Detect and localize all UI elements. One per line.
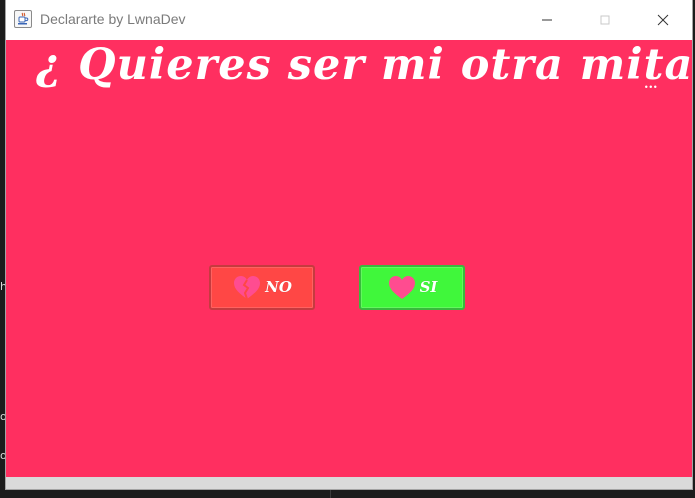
close-icon [657, 14, 669, 26]
yes-button[interactable]: SI [359, 265, 465, 310]
heart-icon [388, 275, 415, 299]
maximize-button[interactable] [576, 0, 634, 40]
close-button[interactable] [634, 0, 692, 40]
no-button[interactable]: NO [209, 265, 315, 310]
maximize-icon [600, 15, 610, 25]
no-button-label: NO [265, 278, 292, 296]
window-bottom-strip [6, 477, 692, 489]
java-coffee-icon [14, 10, 32, 28]
broken-heart-icon [234, 275, 261, 299]
window-titlebar[interactable]: Declararte by LwnaDev [6, 0, 692, 40]
declaration-panel: ¿ Quieres ser mi otra mitad ? ... NO SI [6, 40, 692, 477]
question-ellipsis: ... [644, 77, 658, 92]
desktop: h o o Declararte by LwnaDev ¿ Quieres se… [0, 0, 695, 498]
minimize-button[interactable] [518, 0, 576, 40]
yes-button-label: SI [419, 278, 438, 296]
minimize-icon [542, 19, 552, 21]
window-controls [518, 0, 692, 40]
app-window: Declararte by LwnaDev ¿ Quieres ser mi o… [6, 0, 692, 489]
question-heading: ¿ Quieres ser mi otra mitad ? [36, 40, 692, 90]
window-title: Declararte by LwnaDev [40, 11, 186, 27]
